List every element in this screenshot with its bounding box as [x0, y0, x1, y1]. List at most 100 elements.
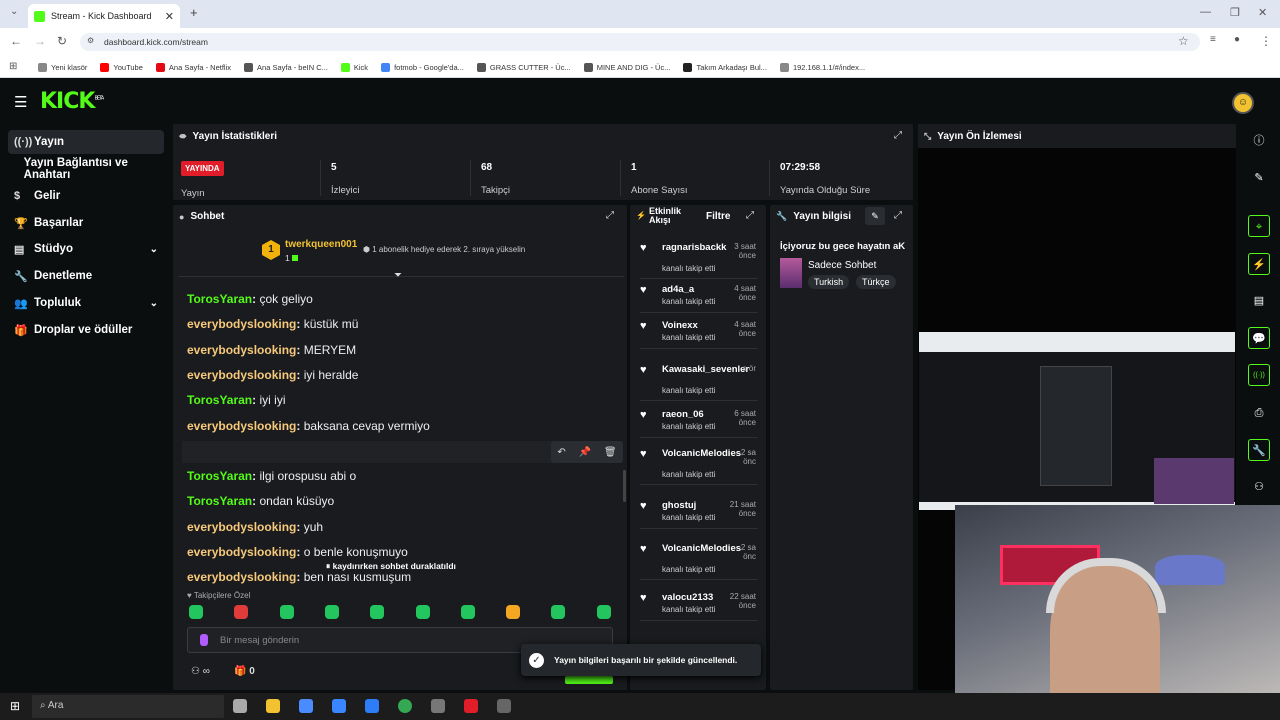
tab-search-icon[interactable]: ⌄: [10, 6, 18, 17]
sidebar-item-3[interactable]: $ Gelir: [8, 184, 164, 208]
bookmark-item[interactable]: 192.168.1.1/#/index...: [779, 62, 865, 72]
chat-username[interactable]: TorosYaran: [187, 494, 252, 508]
taskbar-search[interactable]: ⌕ Ara: [32, 695, 224, 718]
menu-icon[interactable]: ⋮: [1260, 34, 1272, 48]
info-icon[interactable]: ⓘ: [1248, 130, 1270, 152]
print-icon[interactable]: ⎙: [1248, 402, 1270, 424]
activity-event[interactable]: ♥ valocu2133 22 saat önce kanalı takip etti: [640, 592, 758, 628]
chat-username[interactable]: everybodyslooking: [187, 545, 296, 559]
new-tab-button[interactable]: +: [190, 5, 198, 20]
activity-event[interactable]: ♥ ghostuj 21 saat önce kanalı takip etti: [640, 500, 758, 536]
bolt-icon[interactable]: ⚡: [1248, 253, 1270, 275]
url-input[interactable]: dashboard.kick.com/stream: [80, 33, 1200, 51]
chat-expand-icon[interactable]: ⤢: [606, 210, 614, 221]
back-icon[interactable]: ←: [10, 34, 22, 48]
kick-logo[interactable]: KICKBETA: [40, 89, 104, 114]
tag-chip[interactable]: Turkish: [808, 275, 850, 289]
chat-username[interactable]: everybodyslooking: [187, 520, 296, 534]
activity-event[interactable]: ♥ VolcanicMelodies 2 sa önc kanalı takip et…: [640, 448, 758, 484]
tag-chip[interactable]: Türkçe: [856, 275, 896, 289]
restore-button[interactable]: ❐: [1230, 6, 1240, 19]
file-explorer-icon[interactable]: [266, 699, 280, 713]
calculator-icon[interactable]: [431, 699, 445, 713]
chat-username[interactable]: everybodyslooking: [187, 570, 296, 584]
chat-username[interactable]: TorosYaran: [187, 469, 252, 483]
minimize-button[interactable]: —: [1200, 6, 1211, 18]
mail-icon[interactable]: [365, 699, 379, 713]
emote-icon[interactable]: [460, 605, 475, 619]
users-icon[interactable]: ⚇: [1248, 476, 1270, 498]
task-view-icon[interactable]: [233, 699, 247, 713]
chevron-down-icon[interactable]: ⌄: [150, 244, 158, 255]
bookmark-star-icon[interactable]: ☆: [1178, 34, 1189, 48]
bookmark-item[interactable]: Yeni klasör: [38, 62, 87, 72]
chrome-icon[interactable]: [398, 699, 412, 713]
sidebar-item-2[interactable]: Yayın Bağlantısı ve Anahtarı: [8, 157, 164, 181]
activity-event[interactable]: ♥ ad4a_a 4 saat önce kanalı takip etti: [640, 284, 758, 320]
bookmark-item[interactable]: MINE AND DIG - Üc...: [583, 62, 670, 72]
edit-icon[interactable]: ✎: [865, 207, 885, 225]
focus-icon[interactable]: ⌖: [1248, 215, 1270, 237]
bookmark-item[interactable]: Kick: [340, 62, 368, 72]
activity-expand-icon[interactable]: ⤢: [746, 210, 754, 221]
chat-icon[interactable]: 💬: [1248, 327, 1270, 349]
close-tab-icon[interactable]: ✕: [165, 10, 174, 23]
user-avatar[interactable]: ☺: [1232, 92, 1254, 114]
chat-username[interactable]: everybodyslooking: [187, 343, 296, 357]
close-window-button[interactable]: ✕: [1258, 6, 1267, 19]
sidebar-item-6[interactable]: 🔧 Denetleme: [8, 264, 164, 288]
emote-icon[interactable]: [189, 605, 203, 619]
emote-icon[interactable]: [234, 605, 249, 619]
emote-icon[interactable]: [551, 605, 566, 619]
collapse-icon[interactable]: ⏷: [394, 270, 402, 281]
emote-icon[interactable]: [324, 605, 339, 619]
reply-icon[interactable]: ↶: [557, 447, 565, 458]
sidebar-item-5[interactable]: ▤ Stüdyo ⌄: [8, 237, 164, 261]
apps-icon[interactable]: ⊞: [9, 61, 17, 72]
chat-username[interactable]: everybodyslooking: [187, 317, 296, 331]
sidebar-item-7[interactable]: 👥 Topluluk ⌄: [8, 291, 164, 315]
activity-event[interactable]: ♥ VolcanicMelodies 2 sa önc kanalı takip et…: [640, 543, 758, 579]
sidebar-item-8[interactable]: 🎁 Droplar ve ödüller: [8, 318, 164, 342]
site-info-icon[interactable]: ⚙: [87, 36, 94, 45]
media-icon[interactable]: ≡: [1210, 34, 1216, 45]
emote-icon[interactable]: [415, 605, 430, 619]
info-expand-icon[interactable]: ⤢: [894, 210, 902, 221]
bookmark-item[interactable]: GRASS CUTTER - Üc...: [476, 62, 571, 72]
chat-username[interactable]: everybodyslooking: [187, 368, 296, 382]
sidebar-item-1[interactable]: ((·)) Yayın: [8, 130, 164, 154]
points-icon[interactable]: ⚇ ∞: [191, 666, 210, 677]
emote-icon[interactable]: [370, 605, 385, 619]
wrench-icon[interactable]: 🔧: [1248, 439, 1270, 461]
document-icon[interactable]: ▤: [1248, 290, 1270, 312]
pencil-icon[interactable]: ✎: [1248, 167, 1270, 189]
chat-username[interactable]: TorosYaran: [187, 292, 252, 306]
pin-icon[interactable]: 📌: [579, 447, 591, 458]
store-icon[interactable]: [332, 699, 346, 713]
category-name[interactable]: Sadece Sohbet: [808, 260, 876, 271]
opera-icon[interactable]: [464, 699, 478, 713]
expand-icon[interactable]: ⤢: [894, 130, 902, 141]
emote-icon[interactable]: [279, 605, 294, 619]
activity-event[interactable]: ♥ raeon_06 6 saat önce kanalı takip etti: [640, 409, 758, 445]
pinned-user[interactable]: twerkqueen001: [285, 239, 357, 250]
browser-tab[interactable]: Stream - Kick Dashboard ✕: [28, 4, 180, 28]
emote-icon[interactable]: [506, 605, 521, 619]
hamburger-menu-icon[interactable]: ☰: [14, 93, 27, 111]
chat-username[interactable]: everybodyslooking: [187, 419, 296, 433]
bookmark-item[interactable]: fotmob - Google'da...: [381, 62, 464, 72]
reload-icon[interactable]: ↻: [57, 34, 67, 48]
profile-icon[interactable]: ●: [1234, 34, 1240, 45]
copilot-icon[interactable]: [299, 699, 313, 713]
bookmark-item[interactable]: Ana Sayfa - beIN C...: [244, 62, 328, 72]
obs-icon[interactable]: [497, 699, 511, 713]
windows-start-icon[interactable]: ⊞: [10, 699, 20, 713]
bookmark-item[interactable]: Ana Sayfa - Netflix: [155, 62, 231, 72]
bookmark-item[interactable]: YouTube: [100, 62, 143, 72]
delete-icon[interactable]: 🗑: [604, 447, 617, 458]
activity-event[interactable]: ♥ Kawasaki_sevenler s ör kanalı takip etti: [640, 364, 758, 400]
forward-icon[interactable]: →: [34, 34, 46, 48]
activity-event[interactable]: ♥ ragnarisbackk 3 saat önce kanalı takip et…: [640, 242, 758, 278]
activity-event[interactable]: ♥ Voinexx 4 saat önce kanalı takip etti: [640, 320, 758, 356]
chat-scrollbar[interactable]: [623, 470, 626, 502]
